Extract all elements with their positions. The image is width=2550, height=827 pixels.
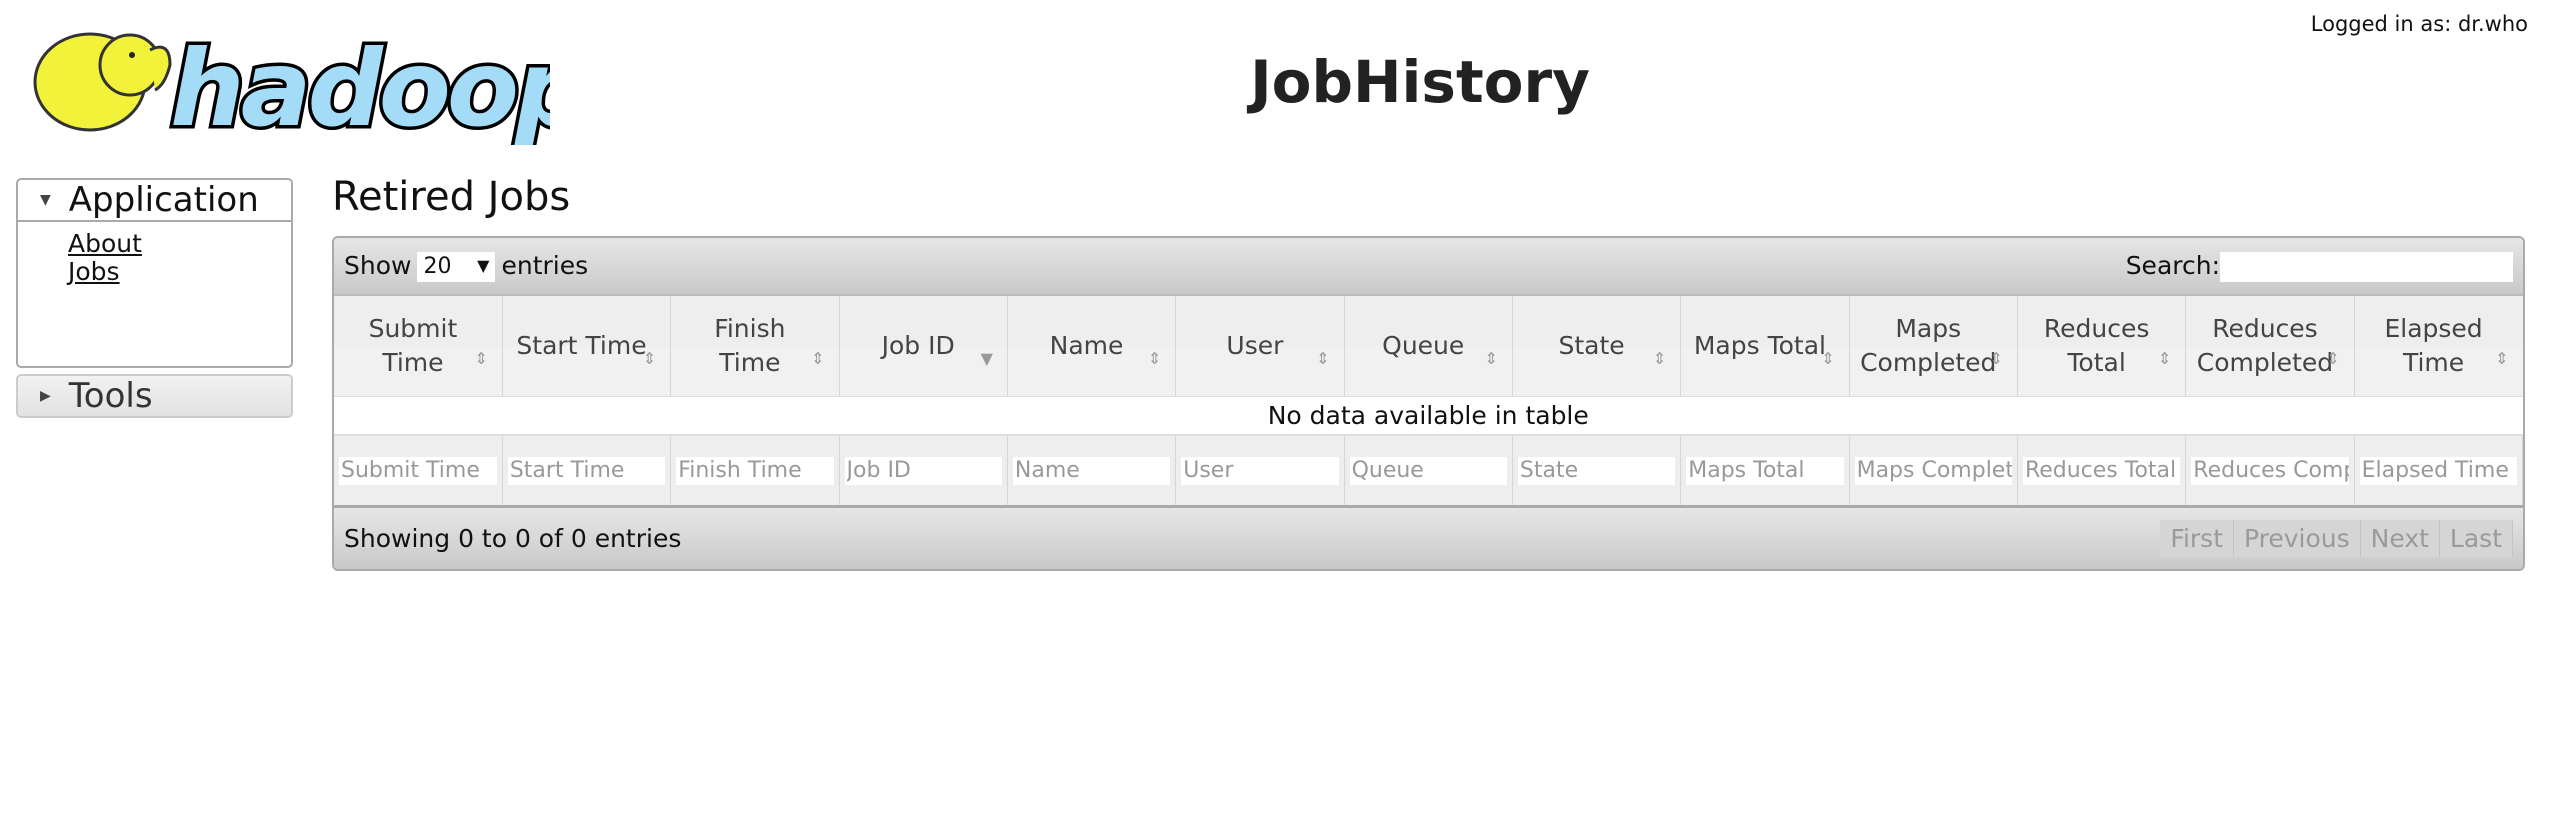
column-label: Queue: [1382, 330, 1465, 360]
search-label: Search:: [2125, 250, 2220, 280]
caret-down-icon: ▼: [40, 192, 51, 208]
column-filter-input[interactable]: [1012, 456, 1171, 485]
pagination: First Previous Next Last: [2160, 520, 2513, 557]
table-footer: Showing 0 to 0 of 0 entries First Previo…: [334, 505, 2523, 569]
column-header[interactable]: Job ID ▼: [839, 294, 1008, 396]
sort-icon: ⇕: [1989, 348, 2003, 368]
column-filter-input[interactable]: [1854, 456, 2012, 485]
show-label: Show: [344, 250, 412, 280]
sort-icon: ⇕: [1484, 348, 1498, 368]
column-header[interactable]: Reduces Completed ⇕: [2185, 294, 2355, 396]
sidebar-link-jobs[interactable]: Jobs: [68, 258, 291, 286]
page-size-value: 20: [423, 253, 452, 279]
sidebar-link-about[interactable]: About: [68, 230, 291, 258]
filter-cell: [2017, 434, 2187, 505]
sort-icon: ⇕: [2326, 348, 2340, 368]
filter-cell: [334, 434, 503, 505]
column-filter-input[interactable]: [1181, 456, 1339, 485]
column-filter-input[interactable]: [2191, 456, 2349, 485]
logged-in-user: Logged in as: dr.who: [2310, 12, 2528, 36]
column-label: Reduces Total: [2043, 313, 2150, 377]
column-header[interactable]: Elapsed Time ⇕: [2354, 294, 2523, 396]
filter-cell: [1344, 434, 1513, 505]
column-label: Elapsed Time: [2384, 313, 2483, 377]
column-header[interactable]: Name ⇕: [1007, 294, 1177, 396]
application-header[interactable]: ▼ Application: [18, 180, 291, 222]
table-toolbar: Show 20 ▼ entries Search:: [334, 238, 2523, 294]
filter-cell: [1007, 434, 1177, 505]
main-content: Retired Jobs Show 20 ▼ entries Search: Subm…: [332, 174, 2525, 571]
application-section: ▼ Application About Jobs: [16, 178, 293, 368]
sort-icon: ⇕: [1821, 348, 1835, 368]
empty-message: No data available in table: [334, 395, 2523, 435]
sort-icon: ⇕: [811, 348, 825, 368]
pagination-first[interactable]: First: [2160, 520, 2235, 557]
sort-icon: ⇕: [1147, 348, 1162, 368]
column-filter-input[interactable]: [844, 456, 1002, 485]
sort-icon: ⇕: [2157, 348, 2172, 368]
filter-cell: [1175, 434, 1345, 505]
caret-right-icon: ▶: [40, 388, 51, 404]
column-filter-input[interactable]: [676, 456, 834, 485]
column-filter-input[interactable]: [339, 456, 497, 485]
filter-cell: [1680, 434, 1850, 505]
filter-cell: [670, 434, 840, 505]
column-header[interactable]: Maps Completed ⇕: [1849, 294, 2018, 396]
dropdown-arrow-icon: ▼: [477, 255, 490, 275]
column-header[interactable]: Start Time ⇕: [502, 294, 672, 396]
page-title: JobHistory: [1250, 48, 1590, 116]
section-heading: Retired Jobs: [332, 174, 571, 220]
sort-desc-icon: ▼: [980, 348, 993, 368]
column-label: Submit Time: [368, 313, 458, 377]
column-label: Job ID: [881, 330, 955, 360]
column-label: Start Time: [516, 330, 647, 360]
column-header[interactable]: User ⇕: [1175, 294, 1345, 396]
search-control: Search:: [2126, 251, 2513, 282]
column-label: Maps Completed: [1860, 313, 1997, 377]
column-label: Reduces Completed: [2196, 313, 2334, 377]
sort-icon: ⇕: [2495, 348, 2509, 368]
tools-header[interactable]: ▶ Tools: [16, 374, 293, 418]
column-label: Finish Time: [714, 313, 786, 377]
sort-icon: ⇕: [1316, 348, 1330, 368]
jobs-table-wrapper: Show 20 ▼ entries Search: Submit Time ⇕ Start…: [332, 236, 2525, 571]
tools-label: Tools: [68, 376, 153, 416]
page-size-control: Show 20 ▼ entries: [344, 251, 588, 282]
filter-cell: [502, 434, 672, 505]
column-label: State: [1558, 330, 1625, 360]
column-header[interactable]: Finish Time ⇕: [670, 294, 840, 396]
filter-cell: [2185, 434, 2355, 505]
page-size-select[interactable]: 20 ▼: [417, 251, 496, 282]
application-label: Application: [68, 180, 259, 220]
filter-cell: [839, 434, 1008, 505]
pagination-last[interactable]: Last: [2439, 520, 2513, 557]
sidebar: ▼ Application About Jobs ▶ Tools: [16, 178, 293, 418]
column-filter-input[interactable]: [2022, 456, 2181, 485]
column-header[interactable]: Queue ⇕: [1344, 294, 1513, 396]
search-input[interactable]: [2220, 251, 2513, 282]
sort-icon: ⇕: [642, 348, 657, 368]
jobs-table: Submit Time ⇕ Start Time ⇕ Finish Time ⇕ Job I…: [334, 294, 2523, 505]
column-filter-input[interactable]: [507, 456, 666, 485]
sort-icon: ⇕: [1652, 348, 1667, 368]
column-header[interactable]: Maps Total ⇕: [1680, 294, 1850, 396]
sort-icon: ⇕: [474, 348, 488, 368]
column-header[interactable]: State ⇕: [1512, 294, 1682, 396]
entries-label: entries: [501, 250, 589, 280]
filter-cell: [1512, 434, 1682, 505]
column-label: Name: [1049, 330, 1124, 360]
column-filter-input[interactable]: [2359, 456, 2517, 485]
column-filter-input[interactable]: [1517, 456, 1676, 485]
table-info: Showing 0 to 0 of 0 entries: [344, 524, 682, 553]
filter-cell: [1849, 434, 2018, 505]
column-label: Maps Total: [1693, 330, 1826, 360]
filter-cell: [2354, 434, 2523, 505]
column-header[interactable]: Reduces Total ⇕: [2017, 294, 2187, 396]
column-label: User: [1226, 330, 1284, 360]
pagination-previous[interactable]: Previous: [2234, 520, 2361, 557]
column-filter-input[interactable]: [1686, 456, 1844, 485]
pagination-next[interactable]: Next: [2360, 520, 2440, 557]
column-filter-input[interactable]: [1349, 456, 1507, 485]
column-header[interactable]: Submit Time ⇕: [334, 294, 503, 396]
